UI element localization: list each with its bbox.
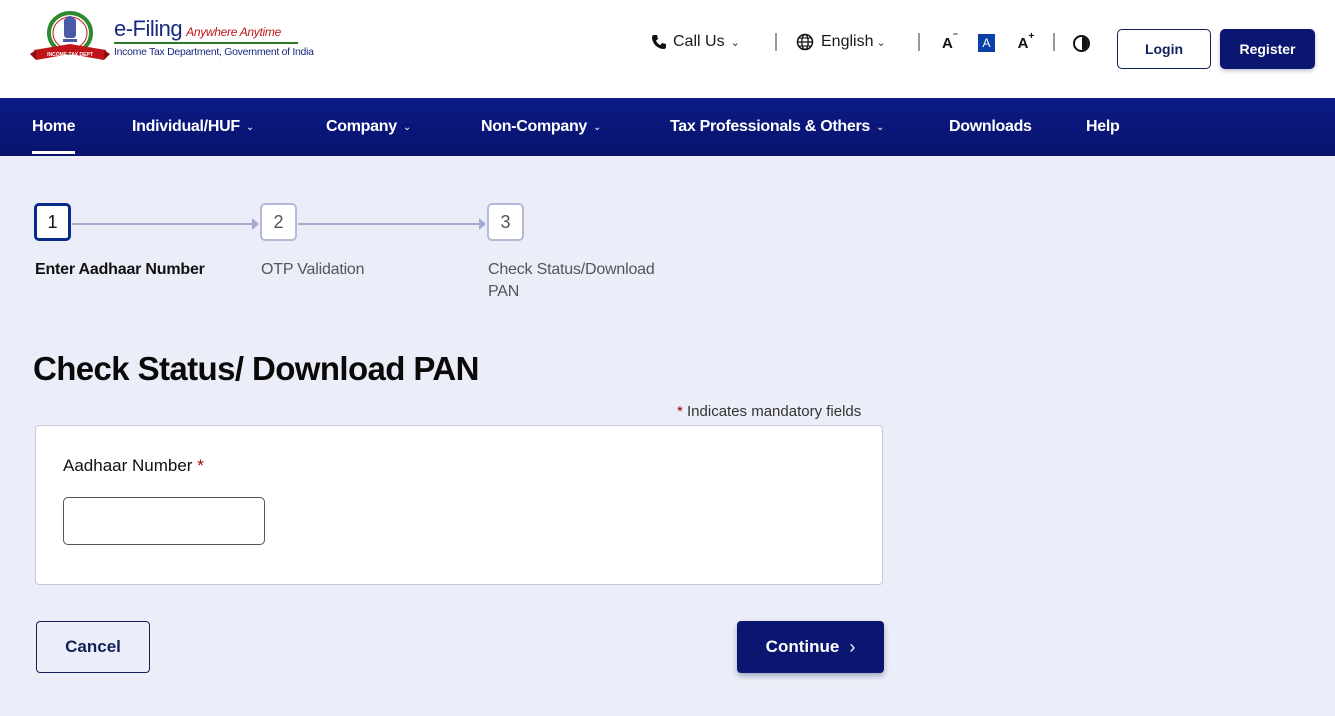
step-1-label: Enter Aadhaar Number	[35, 261, 205, 278]
chevron-right-icon: ›	[849, 636, 856, 657]
step-3-indicator: 3	[487, 203, 524, 241]
globe-icon	[796, 33, 814, 51]
site-header: INCOME TAX DEPT e-Filing Anywhere Anytime…	[0, 0, 1335, 98]
header-divider	[1053, 33, 1055, 51]
login-label: Login	[1144, 41, 1184, 57]
nav-label: Downloads	[949, 118, 1032, 135]
cancel-label: Cancel	[65, 637, 121, 656]
font-decrease-icon: A⁻	[941, 31, 959, 52]
language-label: English	[821, 33, 874, 50]
language-dropdown[interactable]: English ⌄	[796, 30, 886, 54]
nav-item-help[interactable]: Help	[1086, 98, 1120, 156]
step-connector	[72, 223, 252, 225]
header-divider	[918, 33, 920, 51]
step-2-indicator: 2	[260, 203, 297, 241]
register-label: Register	[1239, 41, 1296, 57]
mandatory-note-text: Indicates mandatory fields	[687, 403, 862, 420]
step-arrow-icon	[479, 218, 486, 230]
required-asterisk: *	[197, 456, 204, 475]
nav-item-downloads[interactable]: Downloads	[949, 98, 1032, 156]
font-increase-icon: A+	[1017, 31, 1035, 52]
continue-button[interactable]: Continue ›	[737, 621, 884, 673]
chevron-down-icon: ⌄	[730, 36, 740, 49]
call-us-dropdown[interactable]: Call Us ⌄	[651, 30, 740, 54]
step-2-label: OTP Validation	[261, 261, 365, 278]
cancel-button[interactable]: Cancel	[36, 621, 150, 673]
nav-label: Non-Company	[481, 118, 588, 135]
phone-icon	[652, 35, 666, 49]
nav-label: Tax Professionals & Others	[670, 118, 870, 135]
nav-label: Help	[1086, 118, 1120, 135]
income-tax-emblem-icon: INCOME TAX DEPT	[30, 11, 110, 60]
register-button[interactable]: Register	[1220, 29, 1315, 69]
nav-label: Company	[326, 118, 397, 135]
nav-item-tax-professionals[interactable]: Tax Professionals & Others ⌄	[670, 98, 884, 156]
aadhaar-number-input[interactable]	[63, 497, 265, 545]
logo-divider	[114, 42, 298, 44]
step-1-indicator: 1	[34, 203, 71, 241]
header-divider	[775, 33, 777, 51]
continue-label: Continue	[765, 637, 840, 656]
normal-font-button[interactable]: A	[978, 34, 995, 52]
step-arrow-icon	[252, 218, 259, 230]
nav-item-company[interactable]: Company ⌄	[326, 98, 411, 156]
nav-label: Home	[32, 118, 76, 135]
decrease-font-button[interactable]: A⁻	[941, 31, 959, 52]
step-number: 1	[47, 211, 58, 232]
step-number: 3	[500, 211, 511, 232]
chevron-down-icon: ⌄	[876, 36, 886, 49]
logo-department: Income Tax Department, Government of Ind…	[114, 46, 314, 58]
nav-item-home[interactable]: Home	[32, 98, 76, 156]
nav-item-non-company[interactable]: Non-Company ⌄	[481, 98, 601, 156]
step-3-label: Check Status/Download PAN	[488, 261, 655, 300]
efiling-logo[interactable]: INCOME TAX DEPT e-Filing Anywhere Anytime…	[30, 10, 314, 66]
call-us-label: Call Us	[673, 33, 725, 50]
required-asterisk: *	[677, 403, 683, 420]
logo-title: e-Filing Anywhere Anytime	[114, 16, 281, 42]
nav-item-individual-huf[interactable]: Individual/HUF ⌄	[132, 98, 254, 156]
aadhaar-field-label: Aadhaar Number *	[63, 456, 204, 476]
step-number: 2	[273, 211, 284, 232]
main-nav: Home Individual/HUF ⌄ Company ⌄ Non-Comp…	[0, 98, 1335, 156]
aadhaar-label-text: Aadhaar Number	[63, 456, 193, 475]
mandatory-note: * Indicates mandatory fields	[677, 403, 861, 420]
chevron-down-icon: ⌄	[245, 121, 254, 133]
logo-tagline: Anywhere Anytime	[186, 25, 281, 39]
increase-font-button[interactable]: A+	[1016, 31, 1036, 52]
login-button[interactable]: Login	[1117, 29, 1211, 69]
svg-text:INCOME TAX DEPT: INCOME TAX DEPT	[47, 52, 93, 58]
chevron-down-icon: ⌄	[875, 121, 885, 133]
font-normal-icon: A	[982, 36, 991, 50]
page-title: Check Status/ Download PAN	[33, 350, 479, 387]
nav-label: Individual/HUF	[132, 118, 240, 135]
logo-title-text: e-Filing	[114, 16, 183, 41]
step-connector	[298, 223, 479, 225]
contrast-icon[interactable]	[1073, 35, 1090, 52]
chevron-down-icon: ⌄	[593, 121, 602, 133]
chevron-down-icon: ⌄	[402, 121, 411, 133]
